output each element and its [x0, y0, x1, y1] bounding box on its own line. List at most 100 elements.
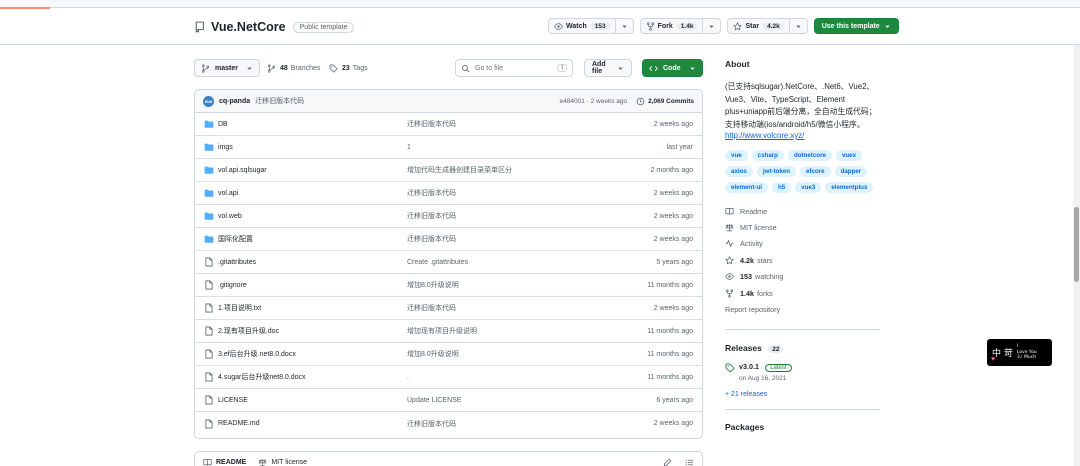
file-row[interactable]: 1.项目说明.txt 迁移旧版本代码 2 weeks ago [195, 297, 702, 320]
file-commit-date[interactable]: 6 years ago [656, 397, 693, 404]
file-row[interactable]: 3.ef后台升级.net8.0.docx 增加8.0升级说明 11 months a… [195, 343, 702, 366]
topic-tag[interactable]: axios [725, 166, 753, 177]
file-commit-date[interactable]: 2 weeks ago [654, 305, 693, 312]
commit-hash-time[interactable]: e484001 · 2 weeks ago [560, 98, 628, 105]
file-row[interactable]: vol.api.sqlsugar 增加代码生成器创建目录菜单区分 2 months … [195, 159, 702, 182]
file-name[interactable]: LICENSE [218, 397, 248, 404]
fork-button[interactable]: Fork 1.4k [639, 18, 722, 34]
file-row[interactable]: 2.现有项目升级.doc 增加现有项目升级说明 11 months ago [195, 320, 702, 343]
topic-tag[interactable]: dapper [834, 166, 868, 177]
file-commit-message[interactable]: . [407, 374, 409, 381]
file-commit-message[interactable]: 迁移旧版本代码 [407, 234, 456, 244]
report-repository-link[interactable]: Report repository [725, 301, 880, 317]
file-commit-date[interactable]: 2 weeks ago [654, 213, 693, 220]
topic-tag[interactable]: h5 [771, 182, 792, 193]
file-commit-date[interactable]: 11 months ago [647, 374, 693, 381]
topic-tag[interactable]: csharp [751, 150, 784, 161]
file-commit-message[interactable]: 迁移旧版本代码 [407, 419, 456, 429]
file-name[interactable]: vol.web [218, 213, 242, 220]
file-commit-message[interactable]: Update LICENSE [407, 397, 461, 404]
file-row[interactable]: 4.sugar后台升级net8.0.docx. 11 months ago [195, 366, 702, 389]
commit-author[interactable]: cq-panda [219, 98, 250, 105]
file-row[interactable]: .gitignore 增加8.0升级说明 11 months ago [195, 274, 702, 297]
website-link[interactable]: http://www.volcore.xyz/ [725, 131, 880, 140]
file-commit-message[interactable]: 增加现有项目升级说明 [407, 326, 477, 336]
file-commit-message[interactable]: 迁移旧版本代码 [407, 303, 456, 313]
file-name[interactable]: 2.现有项目升级.doc [218, 326, 279, 336]
forks-link[interactable]: 1.4k forks [725, 285, 880, 301]
tab-license[interactable]: MIT license [258, 458, 307, 466]
file-row[interactable]: LICENSE Update LICENSE 6 years ago [195, 389, 702, 412]
add-file-button[interactable]: Add file [584, 59, 632, 77]
code-button[interactable]: Code [642, 59, 703, 77]
latest-release[interactable]: v3.0.1 Latest on Aug 16, 2021 [725, 362, 880, 382]
releases-heading[interactable]: Releases 22 [725, 343, 880, 353]
file-row[interactable]: DB 迁移旧版本代码 2 weeks ago [195, 113, 702, 136]
license-link[interactable]: MIT license [725, 219, 880, 235]
file-commit-date[interactable]: last year [667, 144, 693, 151]
file-name[interactable]: 1.项目说明.txt [218, 303, 261, 313]
topic-tag[interactable]: elementplus [825, 182, 874, 193]
file-commit-date[interactable]: 5 years ago [656, 259, 693, 266]
topic-tag[interactable]: element-ui [725, 182, 768, 193]
branches-link[interactable]: 48 Branches [267, 59, 320, 77]
file-row[interactable]: vol.api 迁移旧版本代码 2 weeks ago [195, 182, 702, 205]
file-row[interactable]: imgs 1 last year [195, 136, 702, 159]
file-commit-message[interactable]: 增加代码生成器创建目录菜单区分 [407, 165, 512, 175]
page-scrollbar[interactable] [1073, 45, 1080, 466]
topic-tag[interactable]: dotnetcore [787, 150, 832, 161]
commit-message[interactable]: 迁移旧版本代码 [255, 96, 304, 106]
repo-name[interactable]: Vue.NetCore [211, 20, 286, 34]
branch-select-button[interactable]: master [194, 59, 260, 77]
file-row[interactable]: 国际化配置 迁移旧版本代码 2 weeks ago [195, 228, 702, 251]
file-commit-date[interactable]: 2 months ago [651, 167, 693, 174]
more-releases-link[interactable]: + 21 releases [725, 391, 880, 398]
pencil-icon[interactable] [663, 458, 672, 466]
file-commit-date[interactable]: 2 weeks ago [654, 121, 693, 128]
readme-link[interactable]: Readme [725, 203, 880, 219]
topic-tag[interactable]: vuex [835, 150, 863, 161]
file-name[interactable]: DB [218, 121, 228, 128]
go-to-file-input[interactable]: Go to file t [455, 59, 573, 77]
file-commit-message[interactable]: 迁移旧版本代码 [407, 211, 456, 221]
star-button[interactable]: Star 4.2k [727, 18, 808, 34]
topic-tag[interactable]: jwt-token [756, 166, 796, 177]
file-commit-date[interactable]: 2 weeks ago [654, 420, 693, 427]
floating-music-widget[interactable]: 中 苛 I Love You 3♪ Much ♥ [987, 339, 1052, 366]
list-icon[interactable] [685, 458, 694, 466]
topic-tag[interactable]: vue3 [795, 182, 822, 193]
file-name[interactable]: 国际化配置 [218, 234, 253, 244]
tab-readme[interactable]: README [203, 458, 246, 466]
file-commit-message[interactable]: 增加8.0升级说明 [407, 349, 459, 359]
file-row[interactable]: .gitattributes Create .gitattributes 5 yea… [195, 251, 702, 274]
use-template-button[interactable]: Use this template [813, 18, 899, 34]
file-row[interactable]: README.md 迁移旧版本代码 2 weeks ago [195, 412, 702, 435]
file-commit-date[interactable]: 2 weeks ago [654, 190, 693, 197]
file-name[interactable]: .gitignore [218, 282, 247, 289]
tags-link[interactable]: 23 Tags [329, 59, 368, 77]
file-name[interactable]: 3.ef后台升级.net8.0.docx [218, 349, 296, 359]
file-commit-date[interactable]: 11 months ago [647, 282, 693, 289]
file-name[interactable]: README.md [218, 420, 260, 427]
activity-link[interactable]: Activity [725, 236, 880, 252]
file-name[interactable]: vol.api.sqlsugar [218, 167, 267, 174]
scrollbar-thumb[interactable] [1074, 207, 1079, 282]
file-commit-date[interactable]: 2 weeks ago [654, 236, 693, 243]
watch-button[interactable]: Watch 153 [548, 18, 634, 34]
topic-tag[interactable]: efcore [799, 166, 831, 177]
file-name[interactable]: 4.sugar后台升级net8.0.docx [218, 372, 306, 382]
file-commit-date[interactable]: 11 months ago [647, 351, 693, 358]
commits-count-link[interactable]: 2,069 Commits [636, 97, 694, 106]
avatar[interactable]: vue [203, 95, 214, 107]
file-row[interactable]: vol.web 迁移旧版本代码 2 weeks ago [195, 205, 702, 228]
file-name[interactable]: vol.api [218, 190, 238, 197]
file-commit-date[interactable]: 11 months ago [647, 328, 693, 335]
watching-link[interactable]: 153 watching [725, 269, 880, 285]
file-commit-message[interactable]: 迁移旧版本代码 [407, 188, 456, 198]
file-name[interactable]: imgs [218, 144, 233, 151]
stars-link[interactable]: 4.2k stars [725, 252, 880, 268]
file-commit-message[interactable]: 1 [407, 144, 411, 151]
file-name[interactable]: .gitattributes [218, 259, 256, 266]
file-commit-message[interactable]: 迁移旧版本代码 [407, 119, 456, 129]
packages-title[interactable]: Packages [725, 422, 880, 432]
